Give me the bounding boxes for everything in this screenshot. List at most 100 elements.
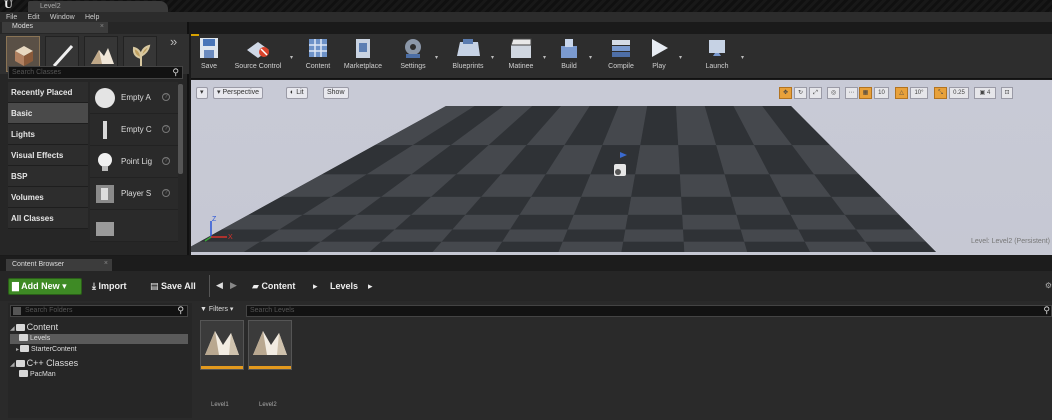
floor-tile bbox=[844, 214, 914, 230]
forward-arrow-icon[interactable]: ▶ bbox=[230, 280, 237, 291]
build-button[interactable]: Build bbox=[553, 36, 585, 78]
more-modes-icon[interactable]: » bbox=[170, 34, 177, 49]
floor-tile bbox=[625, 214, 684, 230]
tree-item-label: PacMan bbox=[30, 371, 56, 378]
chevron-down-icon[interactable]: ▾ bbox=[741, 54, 746, 61]
content-button[interactable]: Content bbox=[299, 36, 337, 78]
launch-button[interactable]: Launch bbox=[699, 36, 735, 78]
search-icon: ⚲ bbox=[172, 67, 179, 77]
show-button[interactable]: Show bbox=[323, 87, 349, 99]
asset-tile-level2[interactable] bbox=[248, 320, 292, 370]
world-local-icon[interactable]: ◎ bbox=[827, 87, 840, 99]
content-browser-tab[interactable]: Content Browser × bbox=[6, 259, 112, 271]
chevron-down-icon[interactable]: ▾ bbox=[435, 54, 440, 61]
save-all-button[interactable]: ▤ Save All bbox=[150, 281, 196, 292]
save-button[interactable]: Save bbox=[195, 36, 223, 78]
surface-snap-icon[interactable]: ⋯ bbox=[845, 87, 858, 99]
category-volumes[interactable]: Volumes bbox=[8, 187, 88, 208]
expand-icon[interactable]: ◢ bbox=[10, 362, 15, 368]
lit-button[interactable]: ◐ Lit bbox=[286, 87, 308, 99]
breadcrumb-separator-icon[interactable]: ▸ bbox=[368, 281, 373, 292]
scale-snap-value[interactable]: 0.25 bbox=[949, 87, 969, 99]
category-visual-effects[interactable]: Visual Effects bbox=[8, 145, 88, 166]
help-icon[interactable]: ? bbox=[162, 189, 170, 197]
help-icon[interactable]: ? bbox=[162, 125, 170, 133]
breadcrumb-levels[interactable]: Levels bbox=[330, 281, 358, 291]
chevron-down-icon[interactable]: ▾ bbox=[491, 54, 496, 61]
breadcrumb-separator-icon[interactable]: ▸ bbox=[313, 281, 318, 292]
blueprints-button[interactable]: Blueprints bbox=[447, 36, 489, 78]
close-icon[interactable]: × bbox=[104, 260, 108, 267]
folder-search-input[interactable]: Search Folders ⚲ bbox=[10, 305, 188, 317]
grid-snap-icon[interactable]: ▦ bbox=[859, 87, 872, 99]
chevron-down-icon[interactable]: ▾ bbox=[290, 54, 295, 61]
player-start-icon bbox=[96, 185, 114, 203]
floor-tile bbox=[798, 229, 866, 242]
marketplace-button[interactable]: Marketplace bbox=[339, 36, 387, 78]
asset-tile-level1[interactable] bbox=[200, 320, 244, 370]
list-item[interactable]: Point Lig ? bbox=[90, 146, 178, 178]
help-icon[interactable]: ? bbox=[162, 93, 170, 101]
class-search-input[interactable]: Search Classes ⚲ bbox=[8, 66, 183, 79]
back-arrow-icon[interactable]: ◀ bbox=[216, 280, 223, 291]
tree-item-cpp-classes[interactable]: ◢ C++ Classes bbox=[10, 358, 78, 370]
floor-tile bbox=[623, 229, 684, 242]
chevron-down-icon[interactable]: ▾ bbox=[589, 54, 594, 61]
category-basic[interactable]: Basic bbox=[8, 103, 88, 124]
settings-button[interactable]: Settings bbox=[395, 36, 431, 78]
category-lights[interactable]: Lights bbox=[8, 124, 88, 145]
gear-icon[interactable]: ⚙ bbox=[1045, 281, 1052, 290]
content-label: Content bbox=[305, 63, 331, 70]
title-bar: U Level2 bbox=[0, 0, 1052, 12]
level-document-tab[interactable]: Level2 bbox=[28, 1, 168, 12]
rotation-snap-icon[interactable]: △ bbox=[895, 87, 908, 99]
modes-tab[interactable]: Modes × bbox=[2, 22, 108, 33]
source-control-button[interactable]: Source Control bbox=[227, 36, 289, 78]
list-item[interactable]: Player S ? bbox=[90, 178, 178, 210]
list-item[interactable]: Empty A ? bbox=[90, 82, 178, 114]
level-viewport[interactable]: ▾ ▾ Perspective ◐ Lit Show ✥ ↻ ⤢ ◎ ⋯ ▦ 1… bbox=[191, 80, 1052, 255]
expand-icon[interactable]: ◢ bbox=[10, 326, 15, 332]
tree-item-starter-content[interactable]: ▸ StarterContent bbox=[16, 345, 77, 355]
translate-tool-icon[interactable]: ✥ bbox=[779, 87, 792, 99]
filters-button[interactable]: ▼ Filters ▾ bbox=[200, 305, 233, 313]
tree-item-content[interactable]: ◢ Content bbox=[10, 322, 58, 334]
import-button[interactable]: ⤓ Import bbox=[92, 281, 127, 292]
play-button[interactable]: Play bbox=[645, 36, 673, 78]
matinee-button[interactable]: Matinee bbox=[501, 36, 541, 78]
perspective-button[interactable]: ▾ Perspective bbox=[213, 87, 264, 99]
svg-text:Z: Z bbox=[212, 216, 217, 223]
chevron-down-icon[interactable]: ▾ bbox=[679, 54, 684, 61]
viewport-menu-button[interactable]: ▾ bbox=[196, 87, 208, 99]
list-item[interactable]: Empty C ? bbox=[90, 114, 178, 146]
tree-item-levels[interactable]: Levels bbox=[10, 334, 188, 344]
expand-icon[interactable]: ▸ bbox=[16, 347, 19, 353]
tree-toggle-icon[interactable] bbox=[13, 307, 21, 315]
launch-icon bbox=[709, 40, 725, 56]
rotation-snap-value[interactable]: 10° bbox=[910, 87, 928, 99]
tree-item-pacman[interactable]: PacMan bbox=[18, 370, 56, 380]
compile-button[interactable]: Compile bbox=[601, 36, 641, 78]
scale-snap-icon[interactable]: ⤡ bbox=[934, 87, 947, 99]
camera-speed-button[interactable]: ▣ 4 bbox=[974, 87, 996, 99]
chevron-down-icon[interactable]: ▾ bbox=[543, 54, 548, 61]
breadcrumb-content[interactable]: ▰ Content bbox=[252, 281, 295, 292]
grid-snap-value[interactable]: 10 bbox=[874, 87, 889, 99]
category-all-classes[interactable]: All Classes bbox=[8, 208, 88, 229]
category-bsp[interactable]: BSP bbox=[8, 166, 88, 187]
asset-search-input[interactable]: Search Levels ⚲ bbox=[246, 305, 1052, 317]
player-start-icon[interactable] bbox=[609, 150, 633, 184]
placeable-list: Empty A ? Empty C ? Point Lig ? Player S… bbox=[90, 82, 178, 255]
close-icon[interactable]: × bbox=[100, 23, 104, 30]
floor-tile bbox=[736, 214, 799, 230]
help-icon[interactable]: ? bbox=[162, 157, 170, 165]
maximize-viewport-icon[interactable]: ⊡ bbox=[1001, 87, 1013, 99]
rotate-tool-icon[interactable]: ↻ bbox=[794, 87, 807, 99]
scale-tool-icon[interactable]: ⤢ bbox=[809, 87, 822, 99]
scrollbar[interactable] bbox=[178, 84, 183, 174]
add-new-button[interactable]: ▇ Add New ▾ bbox=[8, 278, 82, 295]
unreal-logo-icon: U bbox=[4, 0, 13, 11]
category-recently-placed[interactable]: Recently Placed bbox=[8, 82, 88, 103]
show-label: Show bbox=[327, 89, 345, 96]
list-item[interactable] bbox=[90, 210, 178, 242]
